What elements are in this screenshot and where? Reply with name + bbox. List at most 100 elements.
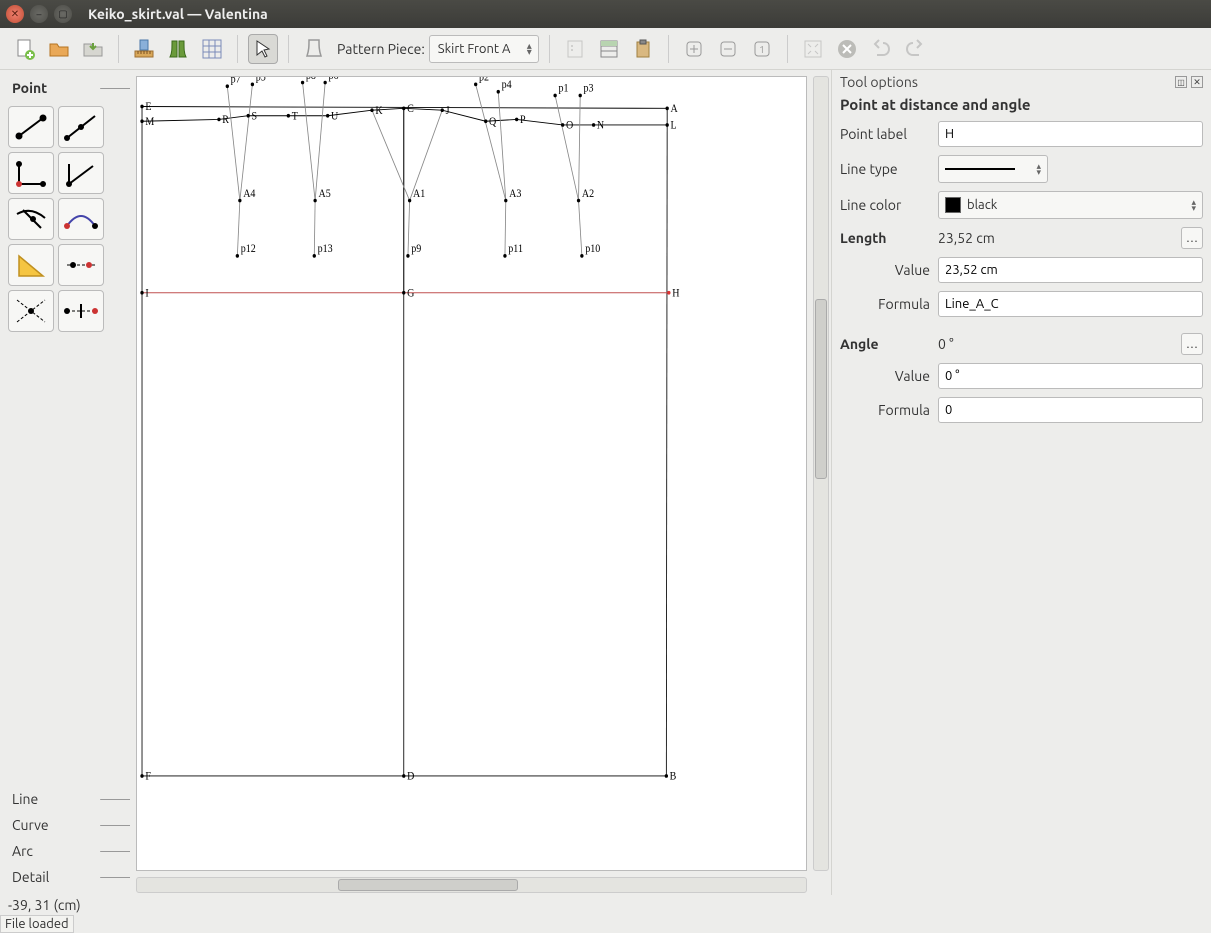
- length-display: 23,52 cm: [938, 230, 1173, 246]
- svg-text:S: S: [252, 111, 258, 123]
- angle-value-input[interactable]: [938, 363, 1203, 389]
- tool-endpoint[interactable]: [8, 106, 54, 148]
- pattern-piece-select[interactable]: Skirt Front A ▴▾: [429, 35, 539, 63]
- tool-intersection[interactable]: [8, 290, 54, 332]
- line-color-label: Line color: [840, 197, 930, 213]
- svg-text:N: N: [597, 120, 605, 132]
- svg-text:G: G: [407, 288, 415, 300]
- window-minimize-button[interactable]: –: [30, 5, 48, 23]
- drawing-canvas[interactable]: EMALRSTUKCJQPONp7p5p8p6p2p4p1p3A4A5A1A3A…: [136, 76, 807, 871]
- svg-text:D: D: [407, 771, 415, 783]
- length-formula-input[interactable]: [938, 291, 1203, 317]
- window-title: Keiko_skirt.val — Valentina: [88, 6, 268, 22]
- svg-text:p5: p5: [256, 77, 266, 84]
- svg-text:C: C: [407, 104, 414, 116]
- angle-value-label: Value: [840, 368, 930, 384]
- window-close-button[interactable]: ✕: [6, 5, 24, 23]
- svg-text:T: T: [292, 111, 299, 123]
- angle-label: Angle: [840, 336, 930, 352]
- chevron-updown-icon: ▴▾: [1036, 163, 1041, 175]
- main-toolbar: Pattern Piece: Skirt Front A ▴▾ 1: [0, 28, 1211, 70]
- svg-text:L: L: [671, 120, 677, 132]
- sidebar-tab-curve[interactable]: Curve: [6, 813, 124, 837]
- line-color-value: black: [967, 198, 997, 212]
- angle-formula-input[interactable]: [938, 397, 1203, 423]
- tool-triangle[interactable]: [8, 244, 54, 286]
- length-formula-button[interactable]: …: [1181, 227, 1203, 249]
- pattern-piece-value: Skirt Front A: [438, 42, 511, 56]
- svg-text:p11: p11: [508, 244, 523, 256]
- svg-text:p12: p12: [241, 244, 256, 256]
- angle-display: 0 °: [938, 336, 1173, 352]
- stop-button[interactable]: [832, 34, 862, 64]
- horizontal-scrollbar[interactable]: [136, 877, 807, 893]
- tool-contact[interactable]: [58, 198, 104, 240]
- length-label: Length: [840, 230, 930, 246]
- length-value-input[interactable]: [938, 257, 1203, 283]
- undo-button[interactable]: [866, 34, 896, 64]
- measurements-button[interactable]: [129, 34, 159, 64]
- tool-normal[interactable]: [8, 152, 54, 194]
- angle-formula-button[interactable]: …: [1181, 333, 1203, 355]
- zoom-best-button[interactable]: [798, 34, 828, 64]
- vertical-scroll-thumb[interactable]: [815, 299, 827, 479]
- table-button[interactable]: [594, 34, 624, 64]
- svg-text:I: I: [145, 288, 149, 300]
- zoom-in-button[interactable]: [679, 34, 709, 64]
- pattern-button[interactable]: [163, 34, 193, 64]
- zoom-fit-button[interactable]: 1: [747, 34, 777, 64]
- tool-sidebar: Point Line Curve Arc Detail: [0, 70, 130, 895]
- new-file-button[interactable]: [10, 34, 40, 64]
- toolbar-separator: [787, 35, 788, 63]
- canvas-area: EMALRSTUKCJQPONp7p5p8p6p2p4p1p3A4A5A1A3A…: [130, 70, 831, 895]
- sidebar-tab-detail[interactable]: Detail: [6, 865, 124, 889]
- toolbar-separator: [237, 35, 238, 63]
- line-color-select[interactable]: black ▴▾: [938, 191, 1203, 219]
- svg-text:A2: A2: [582, 188, 594, 200]
- horizontal-scroll-thumb[interactable]: [338, 879, 518, 891]
- pattern-piece-label: Pattern Piece:: [337, 41, 425, 57]
- vertical-scrollbar[interactable]: [813, 76, 829, 871]
- svg-text:A3: A3: [509, 188, 521, 200]
- sidebar-tab-arc[interactable]: Arc: [6, 839, 124, 863]
- svg-text:O: O: [566, 120, 574, 132]
- svg-text:E: E: [145, 102, 151, 114]
- history-button[interactable]: [560, 34, 590, 64]
- window-maximize-button[interactable]: ▢: [54, 5, 72, 23]
- pointer-tool-button[interactable]: [248, 34, 278, 64]
- svg-text:p7: p7: [231, 77, 241, 86]
- line-type-select[interactable]: ▴▾: [938, 155, 1048, 183]
- panel-close-icon[interactable]: ✕: [1191, 76, 1203, 88]
- toolbar-separator: [549, 35, 550, 63]
- clipboard-button[interactable]: [628, 34, 658, 64]
- svg-text:B: B: [670, 771, 677, 783]
- zoom-out-button[interactable]: [713, 34, 743, 64]
- tool-along-line[interactable]: [58, 106, 104, 148]
- tool-shoulder[interactable]: [8, 198, 54, 240]
- point-label-input[interactable]: [938, 121, 1203, 147]
- svg-text:A1: A1: [413, 188, 425, 200]
- tool-bisector[interactable]: [58, 152, 104, 194]
- panel-title: Tool options: [840, 74, 918, 90]
- titlebar: ✕ – ▢ Keiko_skirt.val — Valentina: [0, 0, 1211, 28]
- panel-detach-icon[interactable]: ◫: [1175, 76, 1187, 88]
- svg-text:A: A: [671, 104, 679, 116]
- panel-subtitle: Point at distance and angle: [840, 96, 1203, 113]
- coordinate-display: -39, 31 (cm): [0, 895, 1211, 915]
- redo-button[interactable]: [900, 34, 930, 64]
- svg-text:K: K: [375, 106, 383, 118]
- main-area: Point Line Curve Arc Detail EMALRSTUKCJQ…: [0, 70, 1211, 895]
- new-pattern-piece-button[interactable]: [299, 34, 329, 64]
- layout-grid-button[interactable]: [197, 34, 227, 64]
- tool-cut[interactable]: [58, 290, 104, 332]
- save-file-button[interactable]: [78, 34, 108, 64]
- svg-text:p8: p8: [306, 77, 316, 82]
- length-value-label: Value: [840, 262, 930, 278]
- tool-point-xy[interactable]: [58, 244, 104, 286]
- sidebar-tab-point[interactable]: Point: [6, 76, 124, 100]
- line-type-label: Line type: [840, 161, 930, 177]
- svg-text:p1: p1: [558, 83, 568, 95]
- open-file-button[interactable]: [44, 34, 74, 64]
- svg-text:p2: p2: [479, 77, 489, 84]
- sidebar-tab-line[interactable]: Line: [6, 787, 124, 811]
